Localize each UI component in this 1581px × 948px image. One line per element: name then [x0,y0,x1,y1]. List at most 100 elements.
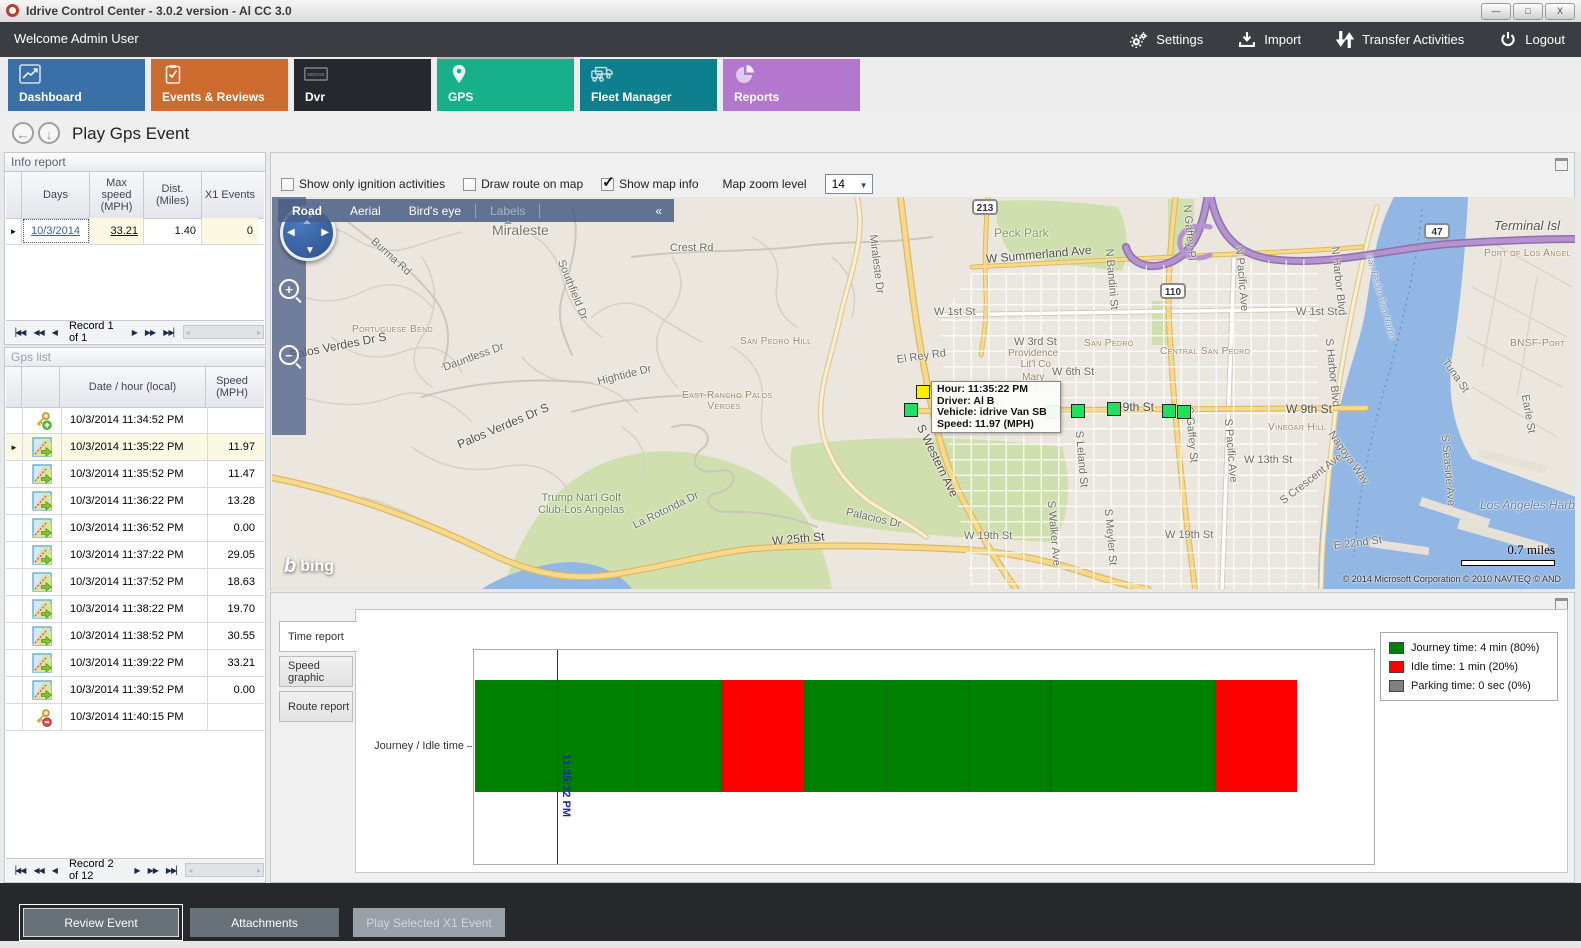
gps-row[interactable]: 10/3/2014 11:34:52 PM [6,407,264,434]
checkbox-box[interactable] [281,178,294,191]
gps-datetime: 10/3/2014 11:39:52 PM [62,677,208,703]
collapse-map-bar-button[interactable]: « [655,204,674,218]
last-record-button[interactable]: ▶▶▏ [162,866,185,875]
gps-row[interactable]: 10/3/2014 11:40:15 PM [6,704,264,731]
scroll-right-icon[interactable]: ▸ [257,866,261,875]
gps-marker[interactable] [1177,405,1191,419]
days-link[interactable]: 10/3/2014 [22,218,90,244]
line-chart-icon [18,64,42,84]
zoom-in-button[interactable]: + [279,279,299,299]
next-record-button[interactable]: ▶ [128,328,141,337]
gps-marker[interactable] [1162,404,1176,418]
pan-left-icon[interactable]: ◀ [287,227,295,238]
scroll-left-icon[interactable]: ◂ [186,328,190,337]
horizontal-scrollbar[interactable]: ◂▸ [183,325,264,339]
bing-logo-text: bing [300,558,334,576]
row-indicator [6,569,23,595]
gps-row[interactable]: 10/3/2014 11:39:52 PM0.00 [6,677,264,704]
scroll-right-icon[interactable]: ▸ [257,328,261,337]
horizontal-scrollbar[interactable]: ◂▸ [185,863,264,877]
header-action-settings[interactable]: Settings [1129,31,1203,48]
gps-row[interactable]: 10/3/2014 11:36:22 PM13.28 [6,488,264,515]
window-bottom-edge [0,941,1581,948]
gps-marker[interactable] [904,403,918,417]
gps-row[interactable]: 10/3/2014 11:37:52 PM18.63 [6,569,264,596]
gps-row[interactable]: 10/3/2014 11:37:22 PM29.05 [6,542,264,569]
tab-time-report[interactable]: Time report [279,621,357,652]
gps-marker[interactable] [1071,404,1085,418]
column-speed[interactable]: Speed (MPH) [206,367,258,407]
map-zoom-select[interactable]: 14▼ [825,174,873,194]
header-action-logout[interactable]: Logout [1498,31,1565,48]
info-report-row[interactable]: ► 10/3/2014 33.21 1.40 0 [6,218,264,245]
pan-right-icon[interactable]: ▶ [321,227,329,238]
gps-list-title: Gps list [5,348,265,367]
tab-reports[interactable]: Reports [723,59,860,111]
pan-down-icon[interactable]: ▼ [305,245,315,256]
prev-page-button[interactable]: ◀◀ [29,866,47,875]
map-style-road[interactable]: Road [278,204,336,218]
column-dist[interactable]: Dist. (Miles) [144,172,202,218]
tab-dvr[interactable]: MERGEDvr [294,59,431,111]
zoom-out-button[interactable]: − [279,345,299,365]
checkbox-draw-route-on-map[interactable]: Draw route on map [463,177,583,191]
checkbox-show-map-info[interactable]: ✓Show map info [601,177,698,191]
review-event-button[interactable]: Review Event [23,908,179,937]
next-record-button[interactable]: ▶ [130,866,143,875]
maximize-button[interactable]: □ [1513,3,1543,20]
column-days[interactable]: Days [22,172,90,218]
map-style-bar: Road Aerial Bird's eye Labels « [278,199,674,222]
last-record-button[interactable]: ▶▶▏ [159,328,182,337]
prev-record-button[interactable]: ◀ [48,866,61,875]
gps-marker-selected[interactable] [916,385,930,399]
minimize-button[interactable]: — [1481,3,1511,20]
gps-row[interactable]: 10/3/2014 11:35:52 PM11.47 [6,461,264,488]
next-page-button[interactable]: ▶▶ [141,328,159,337]
close-button[interactable]: X [1545,3,1575,20]
first-record-button[interactable]: ▕◀◀ [6,866,29,875]
tab-gps[interactable]: GPS [437,59,574,111]
transfer-icon [1335,31,1355,48]
row-indicator [6,596,23,622]
map-style-birds-eye[interactable]: Bird's eye [395,204,475,218]
gps-marker[interactable] [1107,402,1121,416]
gps-point-icon [23,677,62,703]
max-speed-value: 33.21 [90,218,144,244]
map-markers [272,197,1575,589]
header-action-import[interactable]: Import [1237,31,1301,48]
gps-row[interactable]: 10/3/2014 11:36:52 PM0.00 [6,515,264,542]
scroll-left-icon[interactable]: ◂ [188,866,192,875]
column-max-speed[interactable]: Max speed (MPH) [90,172,144,218]
tab-fleet-manager[interactable]: Fleet Manager [580,59,717,111]
play-selected-x1-event-button[interactable]: Play Selected X1 Event [353,908,505,937]
checkbox-box[interactable]: ✓ [601,178,614,191]
panel-maximize-icon[interactable] [1555,158,1568,171]
gps-row[interactable]: ►10/3/2014 11:35:22 PM11.97 [6,434,264,461]
tab-dashboard[interactable]: Dashboard [8,59,145,111]
tab-events-reviews[interactable]: Events & Reviews [151,59,288,111]
column-x1-events[interactable]: X1 Events [202,172,258,218]
gps-row[interactable]: 10/3/2014 11:38:52 PM30.55 [6,623,264,650]
key-off-icon [23,704,62,730]
checkbox-show-only-ignition-activities[interactable]: Show only ignition activities [281,177,445,191]
header-action-label: Settings [1156,32,1203,47]
gps-row[interactable]: 10/3/2014 11:38:22 PM19.70 [6,596,264,623]
attachments-button[interactable]: Attachments [190,908,339,937]
tab-speed-graphic[interactable]: Speed graphic [279,656,353,687]
next-page-button[interactable]: ▶▶ [144,866,162,875]
tab-label: GPS [448,90,473,104]
header-action-transfer-activities[interactable]: Transfer Activities [1335,31,1464,48]
tab-route-report[interactable]: Route report [279,691,353,722]
prev-page-button[interactable]: ◀◀ [29,328,47,337]
down-button[interactable]: ↓ [38,122,60,144]
map-style-labels[interactable]: Labels [476,204,539,218]
back-button[interactable]: ← [12,122,34,144]
checkbox-box[interactable] [463,178,476,191]
interval-divider [1215,680,1216,792]
map[interactable]: MiralesteBurma RdSouthfield DrCrest RdPo… [272,197,1575,590]
first-record-button[interactable]: ▕◀◀ [6,328,29,337]
map-style-aerial[interactable]: Aerial [336,204,395,218]
gps-row[interactable]: 10/3/2014 11:39:22 PM33.21 [6,650,264,677]
prev-record-button[interactable]: ◀ [48,328,61,337]
column-datetime[interactable]: Date / hour (local) [60,367,206,407]
